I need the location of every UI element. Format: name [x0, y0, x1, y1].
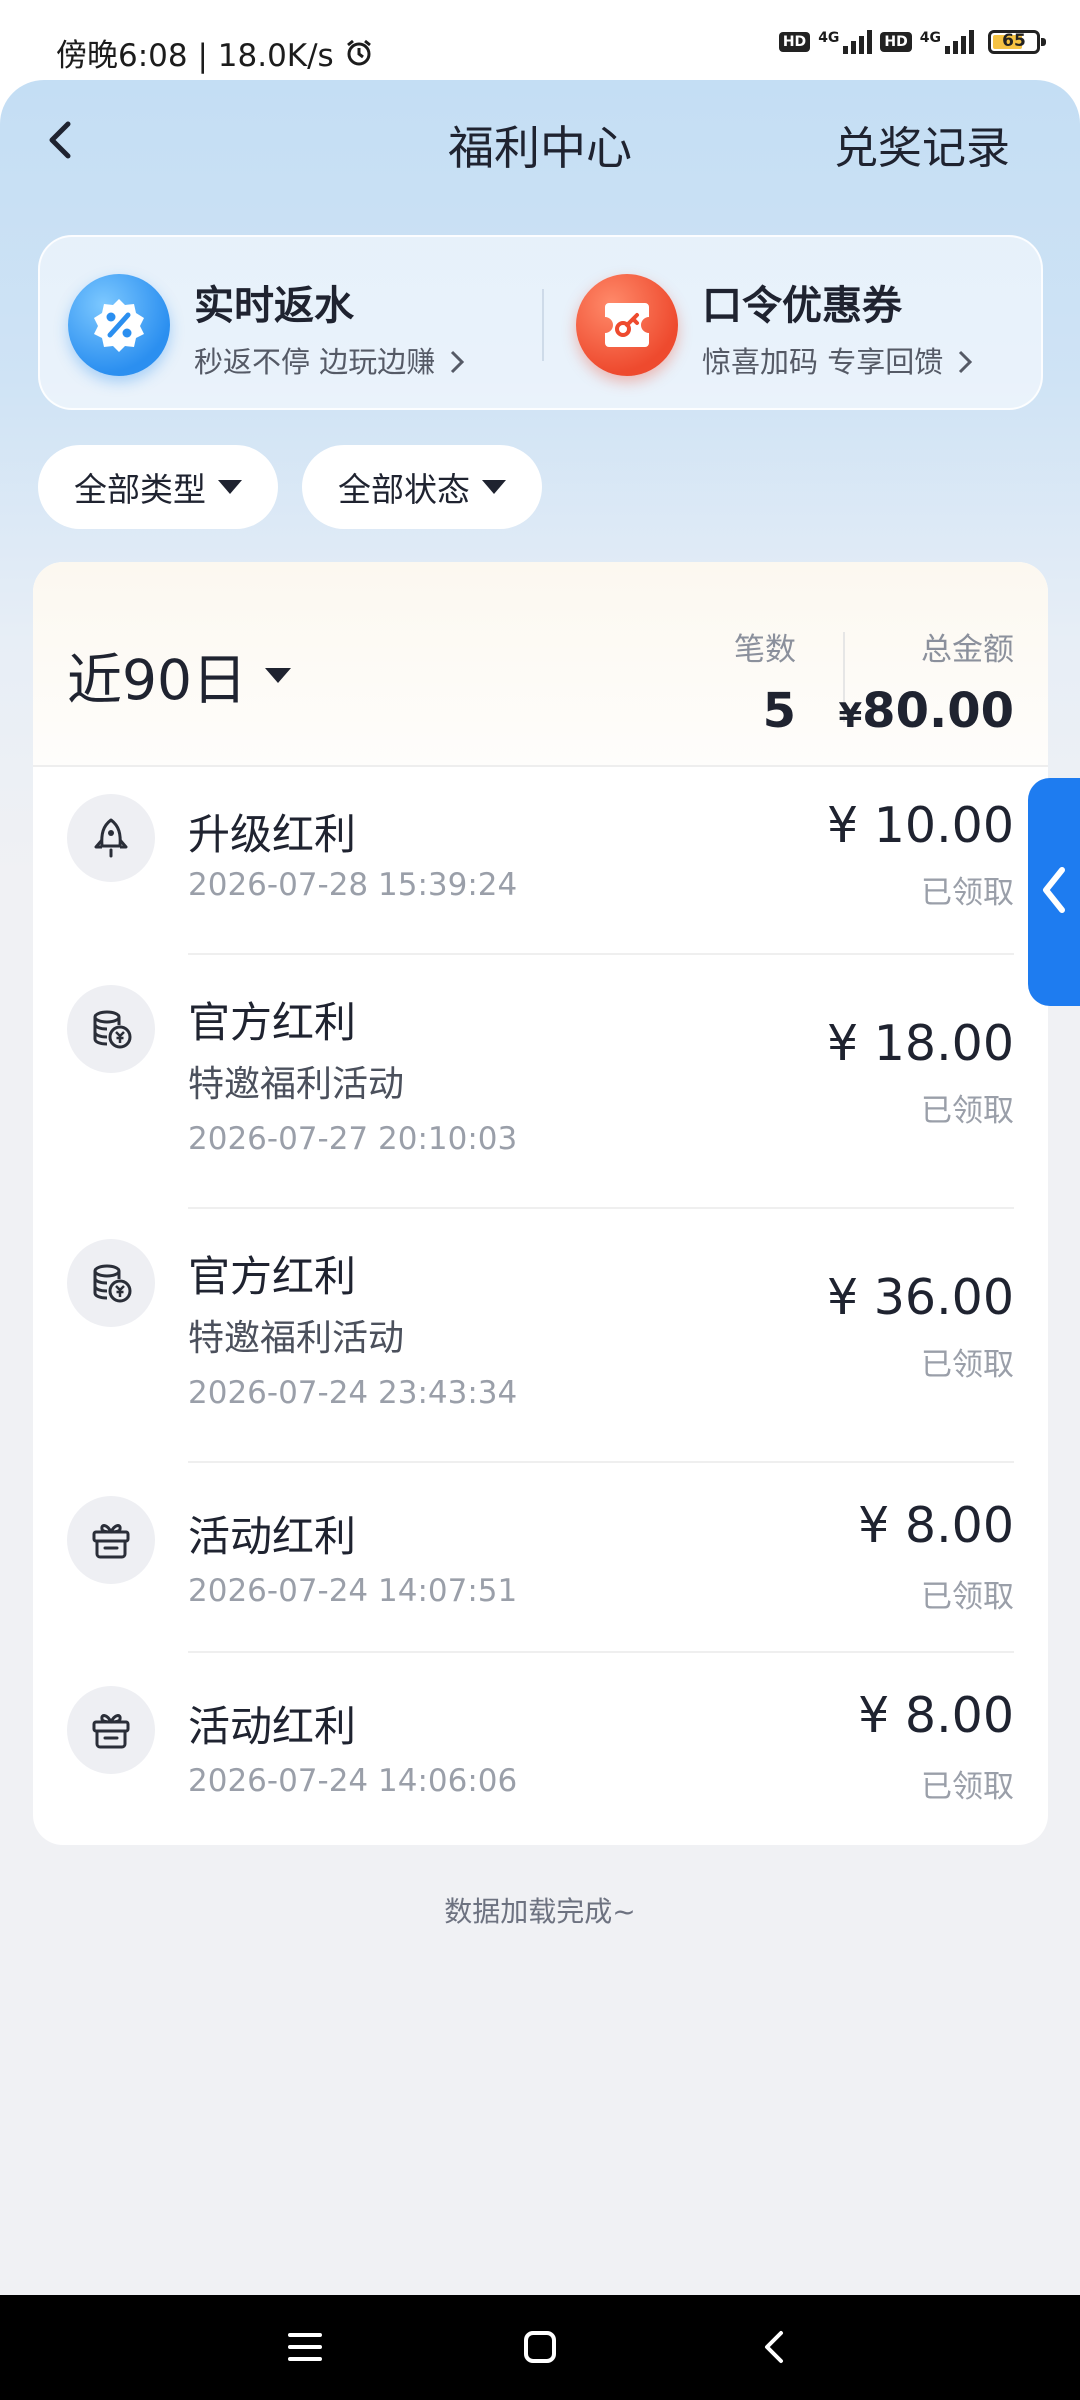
- records-card: 近90日 笔数 5 总金额 ¥80.00 升级红利 2026-07-28 15:…: [33, 562, 1048, 1845]
- record-subtitle: 特邀福利活动: [188, 1318, 405, 1359]
- signal-icon: [843, 30, 873, 54]
- record-status: 已领取: [921, 1093, 1014, 1129]
- record-row[interactable]: 活动红利 2026-07-24 14:06:06 ¥ 8.00 已领取: [33, 1653, 1048, 1845]
- redeem-records-link[interactable]: 兑奖记录: [834, 112, 1010, 176]
- status-time: 傍晚6:08 | 18.0K/s: [56, 30, 374, 75]
- record-time: 2026-07-24 14:07:51: [188, 1573, 518, 1609]
- record-amount: ¥ 36.00: [826, 1269, 1014, 1326]
- nav-back-button[interactable]: [715, 2295, 835, 2400]
- count-stat: 笔数 5: [734, 624, 796, 739]
- system-nav-bar: [0, 2295, 1080, 2400]
- summary-header: 近90日 笔数 5 总金额 ¥80.00: [33, 562, 1048, 767]
- filter-type-dropdown[interactable]: 全部类型: [38, 445, 278, 529]
- count-label: 笔数: [734, 632, 796, 668]
- promo-title: 实时返水: [194, 283, 354, 329]
- header: 福利中心 兑奖记录: [0, 80, 1080, 200]
- total-stat: 总金额 ¥80.00: [839, 624, 1015, 739]
- coin-stack-icon: [67, 1239, 155, 1327]
- network-type: 4G: [818, 30, 840, 46]
- count-value: 5: [762, 683, 796, 739]
- load-complete-text: 数据加载完成~: [444, 1895, 636, 1928]
- filter-status-dropdown[interactable]: 全部状态: [302, 445, 542, 529]
- status-bar: 傍晚6:08 | 18.0K/s HD 4G HD 4G 65: [0, 0, 1080, 80]
- record-amount: ¥ 8.00: [858, 1687, 1014, 1744]
- record-row[interactable]: 官方红利 特邀福利活动 2026-07-27 20:10:03 ¥ 18.00 …: [33, 955, 1048, 1209]
- hd-badge-2: HD: [880, 32, 912, 52]
- promo-realtime-rebate[interactable]: 实时返水 秒返不停 边玩边赚: [40, 237, 520, 412]
- total-label: 总金额: [921, 632, 1014, 668]
- promo-password-coupon[interactable]: 口令优惠券 惊喜加码 专享回馈: [548, 237, 1028, 412]
- percent-badge-icon: [68, 274, 170, 376]
- promo-subtitle: 秒返不停 边玩边赚: [194, 339, 466, 381]
- app-panel: 福利中心 兑奖记录 实时返水 秒返不停 边玩边赚 口令优惠券 惊喜加码 专享回馈…: [0, 80, 1080, 2295]
- promo-subtitle-text: 秒返不停 边玩边赚: [194, 345, 436, 379]
- network-type-2: 4G: [919, 30, 941, 46]
- record-amount: ¥ 10.00: [826, 797, 1014, 854]
- record-time: 2026-07-27 20:10:03: [188, 1121, 518, 1157]
- caret-down-icon: [218, 480, 242, 494]
- record-title: 官方红利: [188, 998, 357, 1047]
- chevron-left-icon: [1043, 867, 1065, 913]
- home-button[interactable]: [480, 2295, 600, 2400]
- filter-bar: 全部类型 全部状态: [38, 445, 542, 529]
- caret-down-icon: [265, 667, 291, 683]
- record-title: 活动红利: [188, 1702, 357, 1751]
- period-selector[interactable]: 近90日: [67, 635, 291, 715]
- rocket-icon: [67, 794, 155, 882]
- key-coupon-icon: [576, 274, 678, 376]
- caret-down-icon: [482, 480, 506, 494]
- side-drawer-tab[interactable]: [1028, 778, 1080, 1006]
- record-title: 官方红利: [188, 1252, 357, 1301]
- record-title: 升级红利: [188, 810, 357, 859]
- record-amount: ¥ 8.00: [858, 1497, 1014, 1554]
- alarm-icon: [346, 39, 371, 65]
- record-status: 已领取: [921, 1347, 1014, 1383]
- promo-divider: [542, 289, 544, 361]
- menu-icon: [288, 2333, 322, 2361]
- period-label: 近90日: [67, 648, 247, 712]
- record-subtitle: 特邀福利活动: [188, 1064, 405, 1105]
- chevron-right-icon: [451, 350, 465, 374]
- record-amount: ¥ 18.00: [826, 1015, 1014, 1072]
- record-row[interactable]: 官方红利 特邀福利活动 2026-07-24 23:43:34 ¥ 36.00 …: [33, 1209, 1048, 1463]
- menu-button[interactable]: [245, 2295, 365, 2400]
- back-triangle-icon: [765, 2331, 783, 2363]
- promo-subtitle-text: 惊喜加码 专享回馈: [702, 345, 944, 379]
- coin-stack-icon: [67, 985, 155, 1073]
- promo-banner: 实时返水 秒返不停 边玩边赚 口令优惠券 惊喜加码 专享回馈: [38, 235, 1043, 410]
- record-status: 已领取: [921, 875, 1014, 911]
- gift-icon: [67, 1686, 155, 1774]
- total-currency: ¥: [838, 696, 863, 736]
- record-time: 2026-07-24 14:06:06: [188, 1763, 518, 1799]
- battery-icon: 65: [988, 30, 1046, 54]
- filter-status-label: 全部状态: [338, 470, 470, 509]
- record-status: 已领取: [921, 1769, 1014, 1805]
- record-row[interactable]: 活动红利 2026-07-24 14:07:51 ¥ 8.00 已领取: [33, 1463, 1048, 1653]
- battery-level: 65: [1002, 31, 1026, 51]
- signal-icon-2: [945, 30, 974, 54]
- promo-title: 口令优惠券: [702, 283, 902, 329]
- promo-subtitle: 惊喜加码 专享回馈: [702, 339, 974, 381]
- record-status: 已领取: [921, 1579, 1014, 1615]
- home-square-icon: [524, 2331, 556, 2363]
- chevron-right-icon: [959, 350, 973, 374]
- hd-badge: HD: [778, 32, 811, 52]
- total-amount: 80.00: [862, 683, 1014, 739]
- record-time: 2026-07-24 23:43:34: [188, 1375, 518, 1411]
- record-time: 2026-07-28 15:39:24: [188, 867, 518, 903]
- record-row[interactable]: 升级红利 2026-07-28 15:39:24 ¥ 10.00 已领取: [33, 767, 1048, 955]
- status-indicators: HD 4G HD 4G 65: [778, 30, 1046, 54]
- filter-type-label: 全部类型: [74, 470, 206, 509]
- record-title: 活动红利: [188, 1512, 357, 1561]
- gift-icon: [67, 1496, 155, 1584]
- total-value: ¥80.00: [839, 683, 1015, 739]
- status-time-text: 傍晚6:08 | 18.0K/s: [56, 38, 334, 74]
